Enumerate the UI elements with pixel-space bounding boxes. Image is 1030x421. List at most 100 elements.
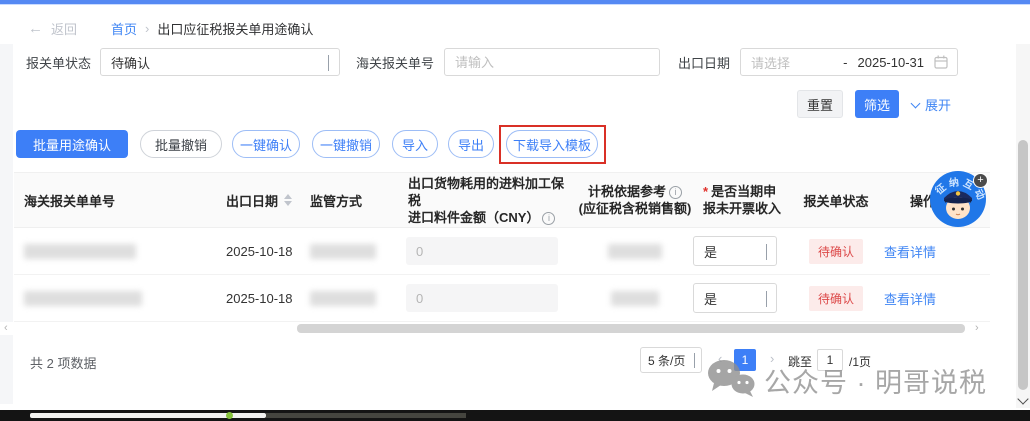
page-number-button[interactable]: 1 [734,349,756,371]
col-header-customs-no: 海关报关单单号 [24,193,116,209]
calendar-icon[interactable] [934,55,948,69]
scroll-right-icon[interactable]: › [975,322,979,334]
page-total-text: /1页 [849,355,872,369]
page-size-select[interactable]: 5 条/页 [640,347,702,373]
bonded-header-line2: 进口料件金额（CNY） [408,209,540,225]
export-date-cell: 2025-10-18 [226,243,293,259]
chevron-down-icon [910,98,921,108]
export-date-range-picker[interactable]: 请选择 - 2025-10-31 [740,48,958,76]
breadcrumb: ← 返回 首页 › 出口应征税报关单用途确认 [28,18,313,38]
tax-basis-header-line1: 计税依据参考 [587,184,666,199]
jump-to-label: 跳至 [788,355,813,369]
video-progress-buffer [266,413,466,418]
col-header-export-date[interactable]: 出口日期 [212,173,302,227]
col-header-supervision: 监管方式 [310,193,363,209]
filter-button[interactable]: 筛选 [855,90,899,118]
uninvoiced-cell: 是 [693,236,790,266]
tax-basis-cell-redacted [575,290,695,306]
declarations-table: 海关报关单单号 出口日期 监管方式 出口货物耗用的进料加工保税 进口料件金额（C… [14,172,990,322]
supervision-cell-redacted [302,290,398,306]
page-left-gutter [0,44,13,404]
status-filter-label: 报关单状态 [26,56,92,71]
action-cell: 查看详情 [882,289,990,308]
table-row: 2025-10-18 0 是 待确认 查看详情 [14,275,990,322]
tax-basis-cell-redacted [575,243,695,259]
declaration-no-field[interactable] [444,48,660,76]
status-select-value: 待确认 [111,55,151,71]
batch-revoke-button[interactable]: 批量撤销 [140,130,222,158]
vertical-scrollbar-thumb[interactable] [1018,140,1028,390]
one-click-confirm-button[interactable]: 一键确认 [232,130,300,158]
bonded-amount-cell: 0 [398,284,575,312]
chevron-down-icon [694,353,695,368]
chevron-down-icon [328,54,329,71]
back-button[interactable]: 返回 [51,19,77,38]
uninvoiced-header-line2: 报未开票收入 [703,201,782,216]
breadcrumb-home-link[interactable]: 首页 [111,19,137,38]
col-header-tax-basis: 计税依据参考 i (应征税含税销售额) [575,173,695,227]
jump-page-input[interactable] [817,349,843,371]
customs-no-cell-redacted [14,290,212,306]
page-title: 出口应征税报关单用途确认 [157,21,314,37]
action-cell: 查看详情 [882,242,990,261]
status-cell: 待确认 [790,285,882,311]
export-date-cell: 2025-10-18 [226,290,293,306]
expand-label: 展开 [925,98,952,113]
download-template-button[interactable]: 下载导入模板 [506,130,598,158]
uninvoiced-cell: 是 [693,283,790,313]
import-button[interactable]: 导入 [392,130,438,158]
declaration-no-label: 海关报关单号 [356,56,435,71]
bonded-amount-cell: 0 [398,237,575,265]
breadcrumb-separator-icon: › [145,20,150,36]
status-select[interactable]: 待确认 [100,48,340,76]
customs-no-cell-redacted [14,243,212,259]
video-progress-marker [226,412,233,419]
info-icon[interactable]: i [542,211,556,225]
declaration-no-input[interactable] [445,54,659,70]
top-accent-bar [0,0,1030,5]
back-arrow-icon[interactable]: ← [28,20,43,37]
view-details-link[interactable]: 查看详情 [882,292,936,307]
uninvoiced-header-line1: 是否当期申 [711,184,777,199]
uninvoiced-select[interactable]: 是 [693,236,777,266]
scroll-left-icon[interactable]: ‹ [4,322,8,334]
bonded-header-line1: 出口货物耗用的进料加工保税 [408,175,565,208]
chevron-down-icon [766,290,767,307]
export-button[interactable]: 导出 [448,130,494,158]
bonded-amount-input-disabled: 0 [406,284,558,312]
one-click-revoke-button[interactable]: 一键撤销 [312,130,380,158]
view-details-link[interactable]: 查看详情 [882,245,936,260]
status-cell: 待确认 [790,238,882,264]
status-badge: 待确认 [808,285,863,311]
uninvoiced-select[interactable]: 是 [693,283,777,313]
batch-confirm-button[interactable]: 批量用途确认 [16,130,128,158]
next-page-icon[interactable]: › [770,351,774,366]
required-mark: * [703,184,709,199]
horizontal-scrollbar-thumb[interactable] [297,324,965,333]
uninvoiced-select-value: 是 [704,291,718,307]
info-icon[interactable]: i [669,186,682,199]
col-header-bonded-amount: 出口货物耗用的进料加工保税 进口料件金额（CNY） i [398,173,575,227]
date-start-placeholder[interactable]: 请选择 [741,53,843,72]
bonded-amount-input-disabled: 0 [406,237,558,265]
date-end-value[interactable]: 2025-10-31 [854,55,925,70]
prev-page-icon[interactable]: ‹ [718,351,722,366]
total-count-text: 共 2 项数据 [30,356,97,371]
uninvoiced-select-value: 是 [704,244,718,260]
sort-icon[interactable] [284,194,293,206]
reset-button[interactable]: 重置 [797,90,843,118]
date-range-separator: - [843,54,848,70]
expand-toggle[interactable]: 展开 [910,95,952,114]
mascot-plus-badge[interactable]: + [973,173,988,188]
supervision-cell-redacted [302,243,398,259]
table-horizontal-scrollbar[interactable]: ‹ › [0,322,990,335]
chevron-down-icon [766,243,767,260]
export-date-label: 出口日期 [678,56,731,71]
col-header-uninvoiced: * 是否当期申 报未开票收入 [695,173,790,227]
status-badge: 待确认 [808,238,863,264]
export-date-header-label: 出口日期 [226,193,279,209]
col-header-status: 报关单状态 [803,193,869,209]
video-progress-bar[interactable] [0,410,1030,421]
table-header-row: 海关报关单单号 出口日期 监管方式 出口货物耗用的进料加工保税 进口料件金额（C… [14,172,990,228]
screen: ← 返回 首页 › 出口应征税报关单用途确认 报关单状态 待确认 海关报关单号 … [0,0,1030,421]
